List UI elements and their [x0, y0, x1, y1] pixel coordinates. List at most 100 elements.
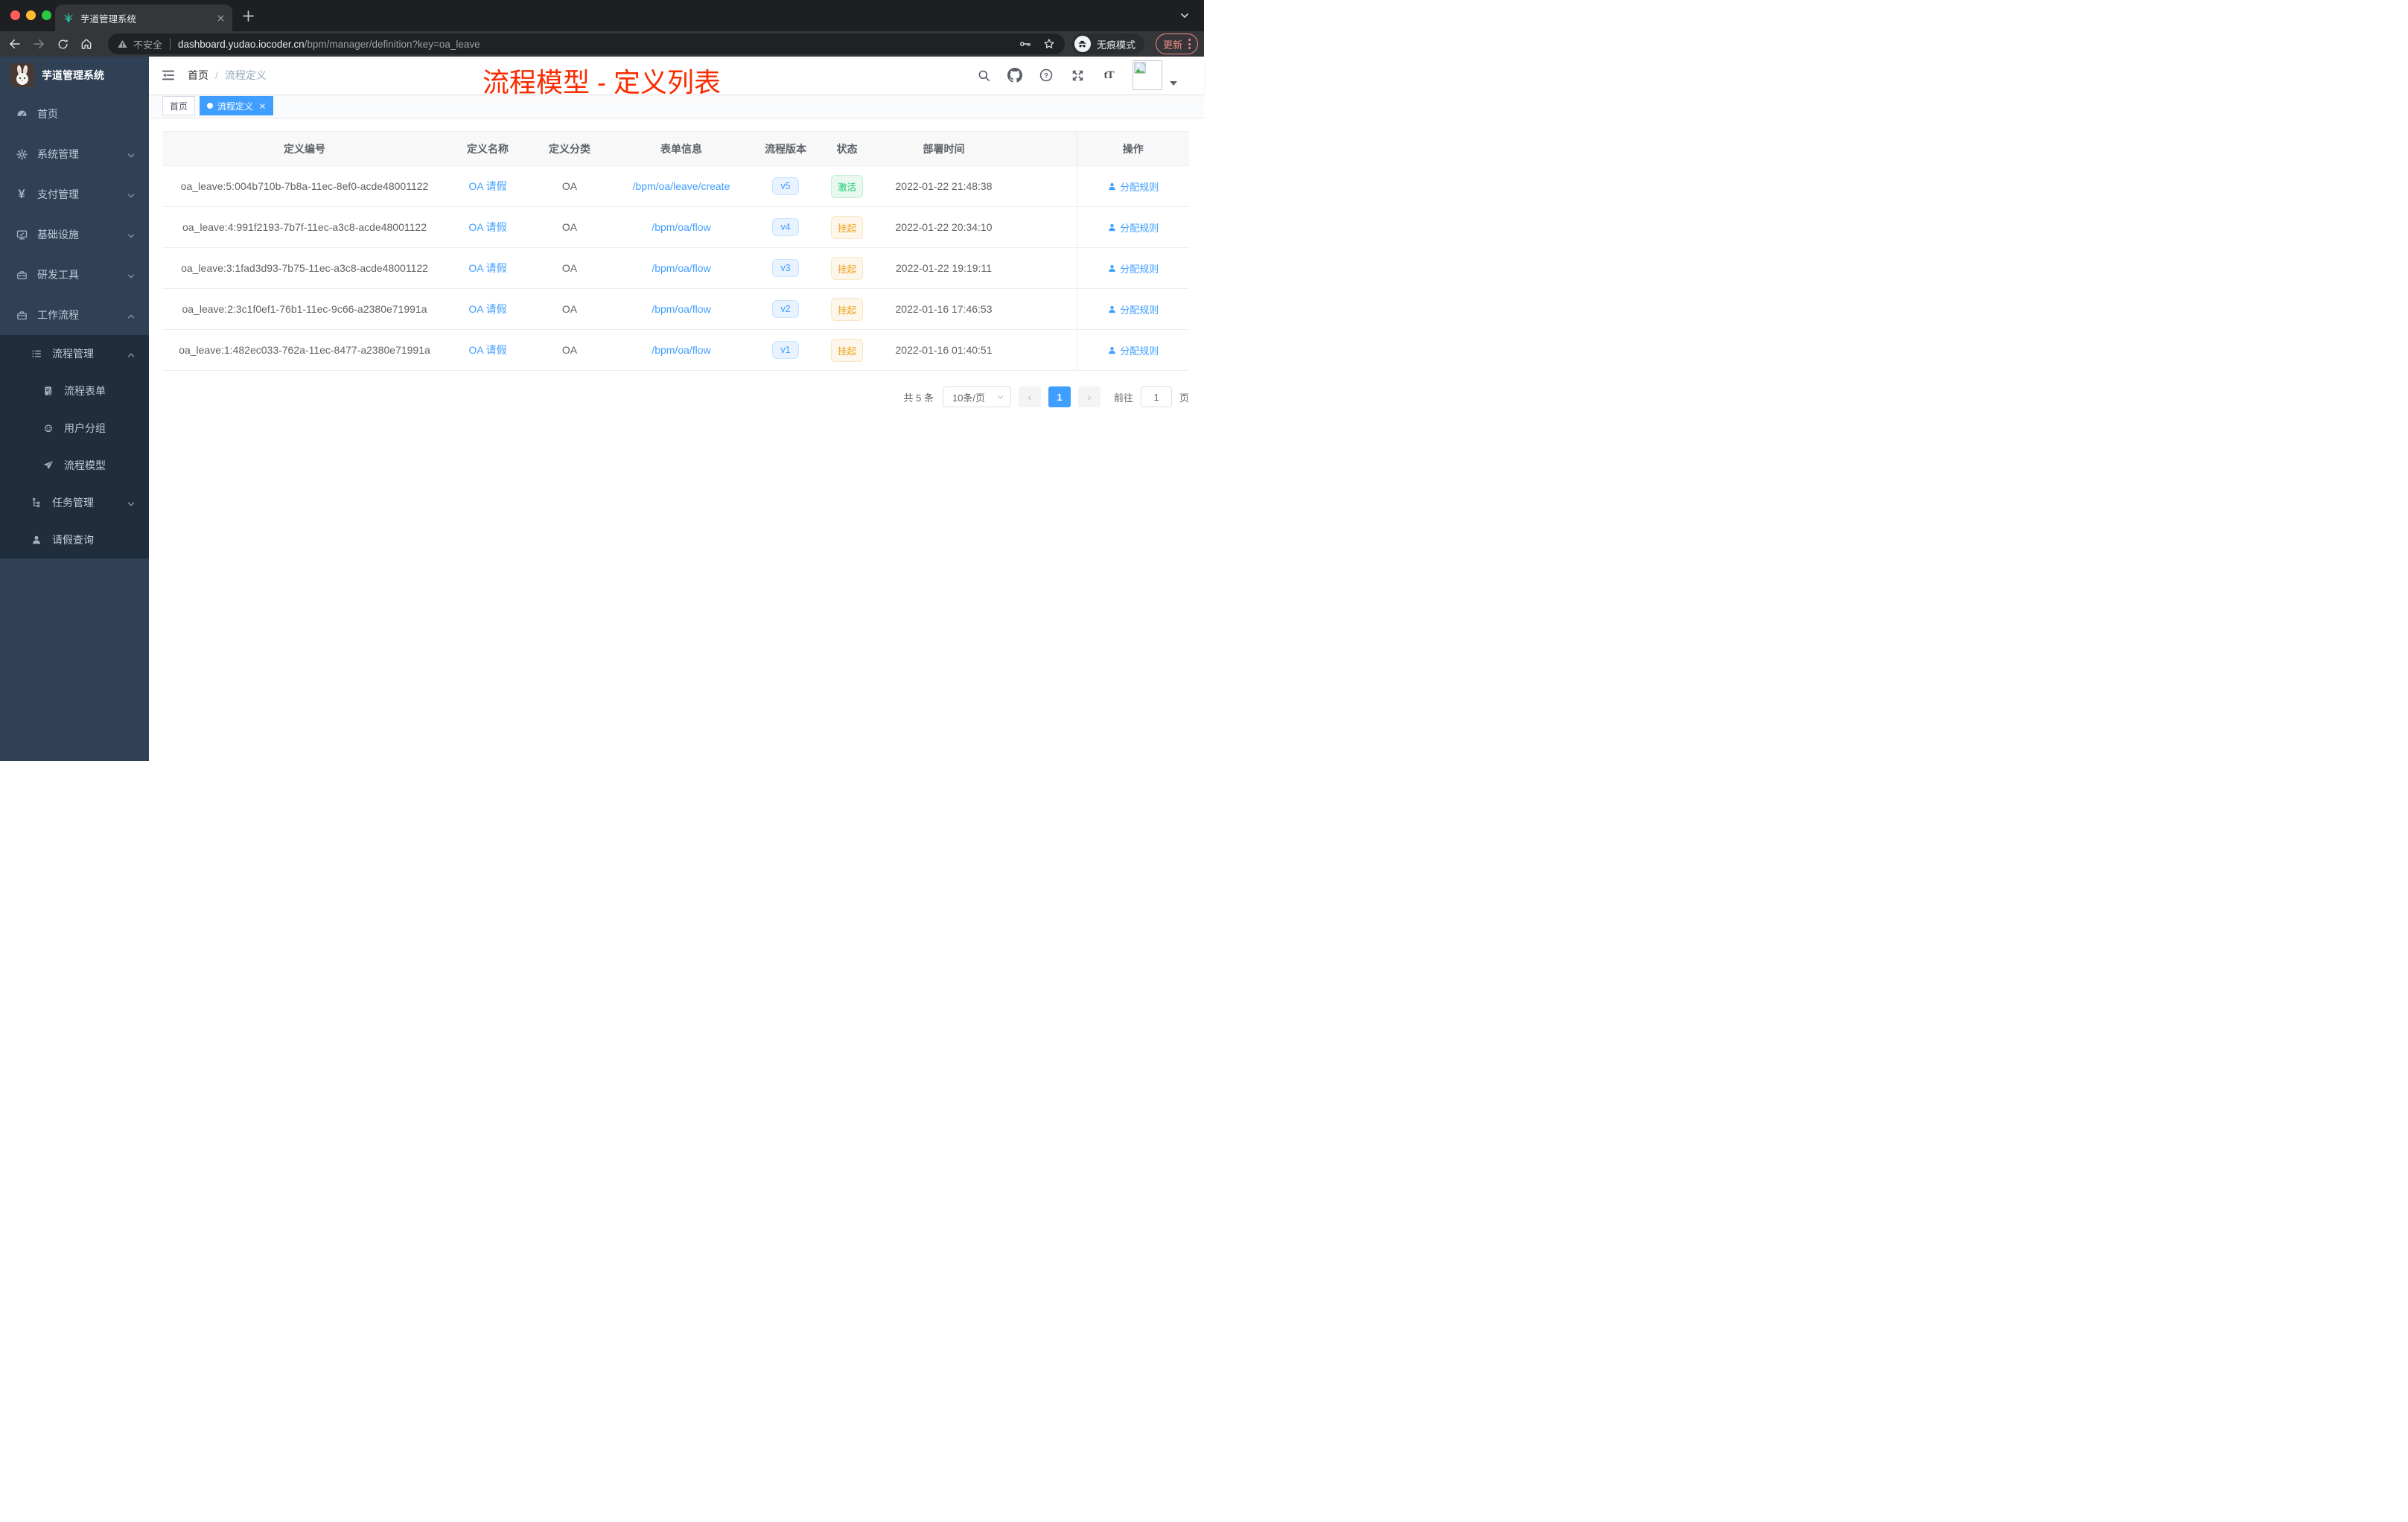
- breadcrumb-home[interactable]: 首页: [188, 68, 208, 83]
- page-size-select[interactable]: 10条/页: [942, 386, 1011, 407]
- prev-page-button[interactable]: ‹: [1018, 386, 1041, 407]
- sidebar-item-user-group[interactable]: 用户分组: [0, 410, 149, 447]
- definition-name-link[interactable]: OA 请假: [468, 262, 506, 274]
- assign-rule-link[interactable]: 分配规则: [1107, 302, 1159, 316]
- tab-search-chevron-icon[interactable]: [1179, 10, 1191, 22]
- definition-name-link[interactable]: OA 请假: [468, 303, 506, 315]
- table-row: oa_leave:3:1fad3d93-7b75-11ec-a3c8-acde4…: [162, 247, 1189, 289]
- github-icon[interactable]: [1007, 68, 1022, 83]
- definition-name-link[interactable]: OA 请假: [468, 180, 506, 192]
- chevron-down-icon: [997, 395, 1004, 399]
- definition-name-link[interactable]: OA 请假: [468, 221, 506, 233]
- tab-strip: 芋道管理系统: [0, 0, 1204, 31]
- chevron-down-icon: [127, 232, 136, 241]
- sidebar-item-infrastructure[interactable]: 基础设施: [0, 214, 149, 255]
- column-header-name: 定义名称: [447, 131, 529, 166]
- assign-rule-link[interactable]: 分配规则: [1107, 220, 1159, 235]
- fullscreen-icon[interactable]: [1070, 68, 1085, 83]
- sidebar-item-label: 系统管理: [37, 148, 79, 160]
- definition-name-link[interactable]: OA 请假: [468, 344, 506, 356]
- sidebar-item-label: 任务管理: [52, 497, 94, 509]
- sidebar-item-label: 流程管理: [52, 348, 94, 360]
- tag-process-definition[interactable]: 流程定义: [200, 96, 274, 115]
- sidebar-item-payment[interactable]: ¥ 支付管理: [0, 174, 149, 214]
- window-close-button[interactable]: [10, 10, 20, 20]
- url-bar[interactable]: 不安全 dashboard.yudao.iocoder.cn/bpm/manag…: [108, 34, 1065, 54]
- breadcrumb-current: 流程定义: [224, 69, 267, 81]
- goto-page-input[interactable]: [1140, 386, 1172, 407]
- sidebar-item-task-management[interactable]: 任务管理: [0, 484, 149, 521]
- status-badge: 挂起: [830, 297, 863, 321]
- sidebar-item-label: 基础设施: [37, 229, 79, 241]
- svg-text:?: ?: [1044, 72, 1048, 80]
- browser-update-button[interactable]: 更新: [1155, 34, 1198, 54]
- password-key-icon[interactable]: [1019, 37, 1032, 51]
- definition-id: oa_leave:5:004b710b-7b8a-11ec-8ef0-acde4…: [162, 165, 447, 207]
- avatar[interactable]: [1133, 60, 1162, 90]
- chevron-up-icon: [127, 312, 136, 321]
- browser-toolbar: 不安全 dashboard.yudao.iocoder.cn/bpm/manag…: [0, 31, 1204, 57]
- assign-rule-link[interactable]: 分配规则: [1107, 179, 1159, 194]
- update-label: 更新: [1162, 39, 1182, 51]
- font-size-icon[interactable]: tT: [1101, 68, 1116, 83]
- help-icon[interactable]: ?: [1039, 68, 1054, 83]
- sidebar: 芋道管理系统 首页 系统管理 ¥ 支付管理 基础设施 研发工具 工作流程 流程管…: [0, 57, 149, 761]
- column-header-filler: [1013, 131, 1077, 166]
- page-number-button[interactable]: 1: [1048, 386, 1071, 407]
- browser-tab[interactable]: 芋道管理系统: [55, 4, 232, 31]
- browser-menu-kebab-icon[interactable]: [1188, 39, 1191, 49]
- form-link[interactable]: /bpm/oa/flow: [652, 303, 710, 315]
- assign-rule-link[interactable]: 分配规则: [1107, 343, 1159, 357]
- monitor-icon: [15, 228, 28, 241]
- sidebar-item-process-management[interactable]: 流程管理: [0, 335, 149, 372]
- form-link[interactable]: /bpm/oa/flow: [652, 221, 710, 233]
- sidebar-item-dev-tools[interactable]: 研发工具: [0, 255, 149, 295]
- next-page-button[interactable]: ›: [1077, 386, 1101, 407]
- security-warning-icon[interactable]: [117, 39, 128, 49]
- back-icon[interactable]: [8, 37, 22, 51]
- deploy-time: 2022-01-22 19:19:11: [875, 247, 1013, 289]
- form-link[interactable]: /bpm/oa/leave/create: [633, 180, 730, 192]
- deploy-time: 2022-01-16 01:40:51: [875, 329, 1013, 371]
- browser-chrome: 芋道管理系统 不安全 dashboard.yudao.iocoder.cn /b…: [0, 0, 1204, 57]
- pagination-total: 共 5 条: [903, 392, 934, 404]
- new-tab-button[interactable]: [241, 9, 255, 22]
- sidebar-item-workflow[interactable]: 工作流程: [0, 295, 149, 335]
- forward-icon[interactable]: [32, 37, 45, 51]
- form-link[interactable]: /bpm/oa/flow: [652, 262, 710, 274]
- form-link[interactable]: /bpm/oa/flow: [652, 344, 710, 356]
- favicon-sprout-icon: [63, 12, 74, 24]
- sidebar-logo[interactable]: 芋道管理系统: [0, 57, 149, 94]
- bookmark-star-icon[interactable]: [1042, 37, 1056, 51]
- tag-home[interactable]: 首页: [162, 96, 196, 115]
- window-controls: [10, 10, 51, 20]
- sidebar-item-home[interactable]: 首页: [0, 94, 149, 134]
- sidebar-item-process-form[interactable]: 流程表单: [0, 372, 149, 410]
- user-icon: [1109, 264, 1116, 272]
- tag-close-icon[interactable]: [259, 103, 266, 109]
- list-icon: [30, 347, 43, 360]
- user-icon: [1109, 223, 1116, 231]
- window-zoom-button[interactable]: [42, 10, 51, 20]
- breadcrumb-separator: /: [215, 69, 218, 81]
- briefcase-icon: [15, 308, 28, 322]
- window-minimize-button[interactable]: [26, 10, 36, 20]
- sidebar-collapse-icon[interactable]: [161, 68, 176, 83]
- assign-rule-link[interactable]: 分配规则: [1107, 261, 1159, 276]
- content-area: 定义编号 定义名称 定义分类 表单信息 流程版本 状态 部署时间 操作 oa_l…: [149, 118, 1204, 761]
- chevron-up-icon: [127, 351, 136, 360]
- sidebar-item-process-model[interactable]: 流程模型: [0, 447, 149, 484]
- search-icon[interactable]: [976, 68, 991, 83]
- sidebar-item-system[interactable]: 系统管理: [0, 134, 149, 174]
- deploy-time: 2022-01-16 17:46:53: [875, 288, 1013, 330]
- goto-label: 前往: [1113, 392, 1133, 404]
- dashboard-icon: [15, 107, 28, 121]
- avatar-caret-icon[interactable]: [1170, 81, 1177, 86]
- definition-category: OA: [529, 329, 611, 371]
- sidebar-item-leave-query[interactable]: 请假查询: [0, 521, 149, 558]
- version-badge: v4: [772, 218, 799, 236]
- home-icon[interactable]: [80, 37, 93, 51]
- tab-close-icon[interactable]: [217, 14, 225, 22]
- column-header-form: 表单信息: [611, 131, 752, 166]
- reload-icon[interactable]: [56, 37, 69, 51]
